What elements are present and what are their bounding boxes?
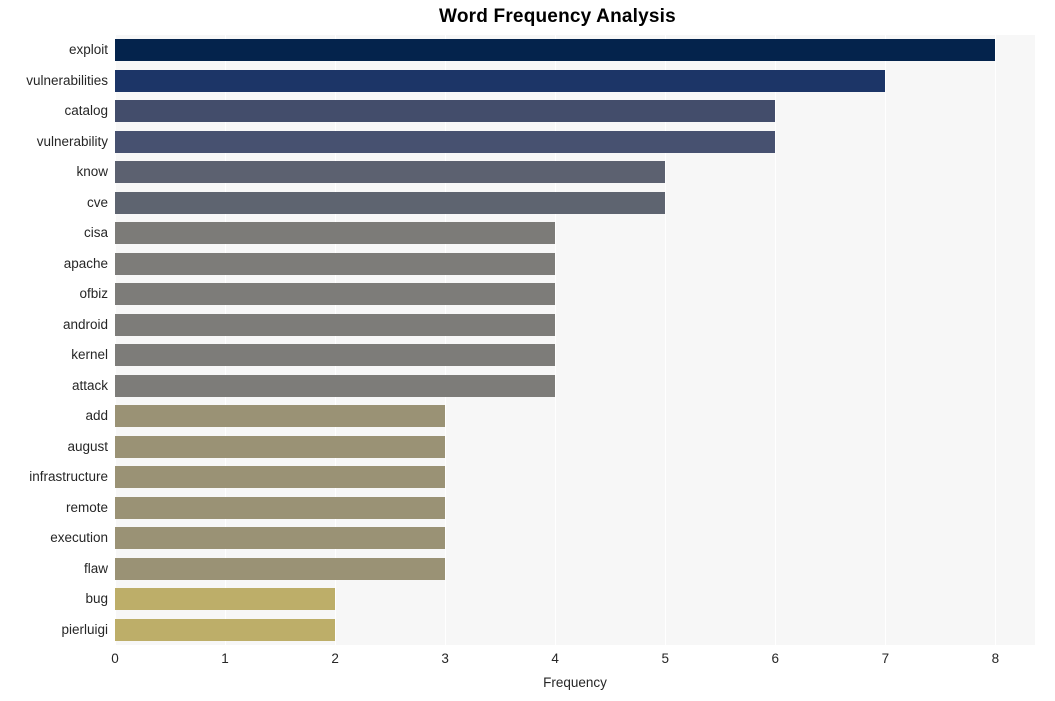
bar-row (115, 527, 1035, 550)
bar-row (115, 374, 1035, 397)
y-tick-label-android: android (62, 316, 108, 332)
y-tick-label-execution: execution (50, 530, 108, 546)
x-tick-label-5: 5 (661, 651, 669, 666)
y-tick-label-apache: apache (63, 255, 108, 271)
bar-row (115, 466, 1035, 489)
gridline-x-6 (775, 35, 777, 645)
gridline-x-7 (885, 35, 887, 645)
y-tick-label-attack: attack (71, 377, 108, 393)
x-tick-label-8: 8 (991, 651, 1000, 666)
gridline-x-5 (665, 35, 667, 645)
bar-catalog[interactable] (115, 100, 776, 123)
gridline-x-8 (995, 35, 997, 645)
y-tick-label-exploit: exploit (68, 42, 108, 58)
x-tick-label-6: 6 (771, 651, 780, 666)
bar-row (115, 405, 1035, 428)
bar-row (115, 252, 1035, 275)
word-frequency-chart-figure: Word Frequency Analysis exploit vulnerabi… (0, 0, 1055, 701)
bar-row (115, 557, 1035, 580)
bar-kernel[interactable] (115, 344, 556, 367)
y-tick-label-vulnerability: vulnerability (36, 133, 108, 149)
bar-row (115, 69, 1035, 92)
bar-flaw[interactable] (115, 557, 446, 580)
y-axis-tick-labels: exploit vulnerabilities catalog vulnerabili… (0, 35, 108, 645)
gridline-x-2 (335, 35, 337, 645)
bar-know[interactable] (115, 161, 666, 184)
gridline-x-1 (225, 35, 227, 645)
bar-android[interactable] (115, 313, 556, 336)
bar-infrastructure[interactable] (115, 466, 446, 489)
y-tick-label-vulnerabilities: vulnerabilities (26, 72, 108, 88)
y-tick-label-kernel: kernel (71, 347, 108, 363)
y-tick-label-infrastructure: infrastructure (29, 469, 108, 485)
x-tick-label-2: 2 (331, 651, 339, 666)
x-tick-label-3: 3 (441, 651, 449, 666)
gridline-x-3 (445, 35, 447, 645)
gridline-x-4 (555, 35, 557, 645)
bar-august[interactable] (115, 435, 446, 458)
bar-row (115, 39, 1035, 62)
y-tick-label-know: know (76, 164, 108, 180)
bar-row (115, 618, 1035, 641)
bar-row (115, 496, 1035, 519)
x-tick-label-7: 7 (881, 651, 890, 666)
y-tick-label-add: add (85, 408, 108, 424)
bar-row (115, 191, 1035, 214)
bar-row (115, 130, 1035, 153)
bar-vulnerability[interactable] (115, 130, 776, 153)
bar-attack[interactable] (115, 374, 556, 397)
page-title: Word Frequency Analysis (0, 6, 1055, 28)
bar-row (115, 313, 1035, 336)
bar-row (115, 435, 1035, 458)
x-tick-label-0: 0 (111, 651, 119, 666)
x-tick-label-4: 4 (551, 651, 559, 666)
bar-pierluigi[interactable] (115, 618, 336, 641)
y-tick-label-cve: cve (86, 194, 108, 210)
bar-row (115, 100, 1035, 123)
x-tick-label-1: 1 (221, 651, 229, 666)
y-tick-label-pierluigi: pierluigi (61, 621, 108, 637)
y-tick-label-ofbiz: ofbiz (79, 286, 108, 302)
bar-bug[interactable] (115, 588, 336, 611)
x-axis-label: Frequency (543, 675, 607, 690)
bar-apache[interactable] (115, 252, 556, 275)
y-tick-label-august: august (67, 438, 108, 454)
y-tick-label-cisa: cisa (83, 225, 108, 241)
chart-title-text: Word Frequency Analysis (439, 6, 676, 27)
bar-row (115, 161, 1035, 184)
bar-row (115, 344, 1035, 367)
y-tick-label-catalog: catalog (64, 103, 108, 119)
plot-area (115, 35, 1035, 645)
bar-row (115, 588, 1035, 611)
bar-row (115, 283, 1035, 306)
bar-cve[interactable] (115, 191, 666, 214)
bar-add[interactable] (115, 405, 446, 428)
bar-ofbiz[interactable] (115, 283, 556, 306)
bar-exploit[interactable] (115, 39, 996, 62)
bar-execution[interactable] (115, 527, 446, 550)
bar-vulnerabilities[interactable] (115, 69, 886, 92)
y-tick-label-remote: remote (65, 499, 108, 515)
bar-row (115, 222, 1035, 245)
y-tick-label-flaw: flaw (83, 560, 108, 576)
x-axis-tick-labels: 0 1 2 3 4 5 6 7 8 (0, 651, 1055, 673)
gridline-x-0 (115, 35, 116, 645)
bar-cisa[interactable] (115, 222, 556, 245)
y-tick-label-bug: bug (85, 591, 108, 607)
bar-remote[interactable] (115, 496, 446, 519)
